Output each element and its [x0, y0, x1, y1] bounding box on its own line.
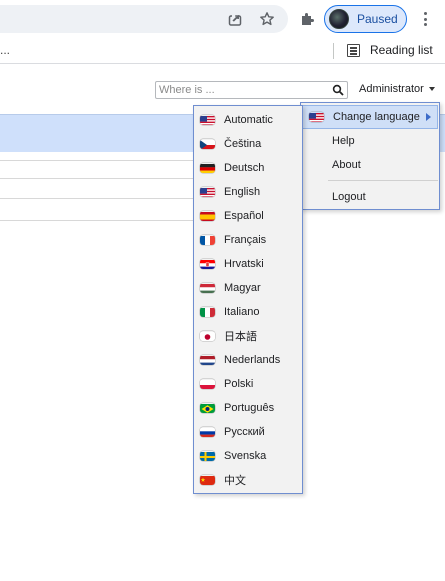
language-label: 日本語: [224, 331, 257, 343]
share-icon[interactable]: [225, 9, 245, 29]
row-divider: [0, 220, 200, 221]
language-label: Português: [224, 402, 275, 414]
row-divider: [0, 160, 200, 161]
language-label: Español: [224, 210, 264, 222]
menu-item-about[interactable]: About: [302, 153, 438, 177]
hu-flag-icon: [200, 283, 215, 293]
menu-item-label: Logout: [332, 191, 366, 203]
pl-flag-icon: [200, 379, 215, 389]
language-label: Français: [224, 234, 267, 246]
language-label: Čeština: [224, 138, 262, 150]
us-flag-icon: [200, 115, 215, 125]
language-label: Русский: [224, 426, 265, 438]
bookmarks-bar: ... Reading list: [0, 38, 445, 64]
br-flag-icon: [200, 403, 215, 413]
language-item-nederlands[interactable]: Nederlands: [194, 348, 302, 372]
cn-flag-icon: [200, 475, 215, 485]
user-menu-label: Administrator: [359, 83, 424, 95]
language-label: Nederlands: [224, 354, 281, 366]
menu-item-label: Change language: [333, 111, 420, 123]
language-item-japanese[interactable]: 日本語: [194, 324, 302, 348]
row-divider: [0, 178, 200, 179]
language-item-magyar[interactable]: Magyar: [194, 276, 302, 300]
language-item-polski[interactable]: Polski: [194, 372, 302, 396]
language-item-automatic[interactable]: Automatic: [194, 108, 302, 132]
language-item-svenska[interactable]: Svenska: [194, 444, 302, 468]
language-item-russian[interactable]: Русский: [194, 420, 302, 444]
language-item-francais[interactable]: Français: [194, 228, 302, 252]
menu-item-logout[interactable]: Logout: [302, 185, 438, 209]
language-label: 中文: [224, 475, 246, 487]
fr-flag-icon: [200, 235, 215, 245]
menu-item-label: Help: [332, 135, 355, 147]
de-flag-icon: [200, 163, 215, 173]
language-label: Svenska: [224, 450, 267, 462]
bookmarks-divider: [333, 43, 334, 59]
menu-divider: [328, 180, 438, 181]
user-menu-button[interactable]: Administrator: [359, 83, 435, 95]
user-dropdown-menu: Change language Help About Logout: [300, 102, 440, 210]
language-item-italiano[interactable]: Italiano: [194, 300, 302, 324]
caret-down-icon: [428, 87, 435, 91]
kebab-icon[interactable]: [418, 9, 432, 29]
avatar: [329, 9, 349, 29]
es-flag-icon: [200, 211, 215, 221]
language-label: Magyar: [224, 282, 261, 294]
language-submenu: Automatic Čeština Deutsch English Españo…: [193, 105, 303, 494]
language-label: Italiano: [224, 306, 260, 318]
nl-flag-icon: [200, 355, 215, 365]
language-item-cestina[interactable]: Čeština: [194, 132, 302, 156]
reading-list-button[interactable]: Reading list: [370, 43, 433, 57]
profile-status-label: Paused: [357, 12, 398, 26]
it-flag-icon: [200, 307, 215, 317]
language-item-deutsch[interactable]: Deutsch: [194, 156, 302, 180]
star-icon[interactable]: [257, 9, 277, 29]
row-divider: [0, 198, 200, 199]
language-item-english[interactable]: English: [194, 180, 302, 204]
menu-item-change-language[interactable]: Change language: [302, 105, 438, 129]
puzzle-icon[interactable]: [297, 9, 317, 29]
browser-toolbar: Paused: [0, 0, 445, 38]
search-input[interactable]: [159, 83, 324, 97]
bookmarks-overflow[interactable]: ...: [0, 43, 10, 57]
language-label: Automatic: [224, 114, 273, 126]
language-item-espanol[interactable]: Español: [194, 204, 302, 228]
menu-item-help[interactable]: Help: [302, 129, 438, 153]
language-item-hrvatski[interactable]: Hrvatski: [194, 252, 302, 276]
search-field[interactable]: [155, 81, 348, 99]
reading-list-icon[interactable]: [347, 44, 360, 57]
language-item-portugues[interactable]: Português: [194, 396, 302, 420]
submenu-arrow-icon: [426, 113, 431, 121]
language-item-chinese[interactable]: 中文: [194, 468, 302, 492]
cz-flag-icon: [200, 139, 215, 149]
profile-button[interactable]: Paused: [324, 5, 407, 33]
language-label: English: [224, 186, 261, 198]
language-label: Polski: [224, 378, 254, 390]
language-label: Hrvatski: [224, 258, 264, 270]
se-flag-icon: [200, 451, 215, 461]
menu-item-label: About: [332, 159, 361, 171]
ru-flag-icon: [200, 427, 215, 437]
search-icon[interactable]: [332, 84, 344, 96]
us-flag-icon: [309, 112, 324, 122]
us-flag-icon: [200, 187, 215, 197]
hr-flag-icon: [200, 259, 215, 269]
jp-flag-icon: [200, 331, 215, 341]
language-label: Deutsch: [224, 162, 265, 174]
